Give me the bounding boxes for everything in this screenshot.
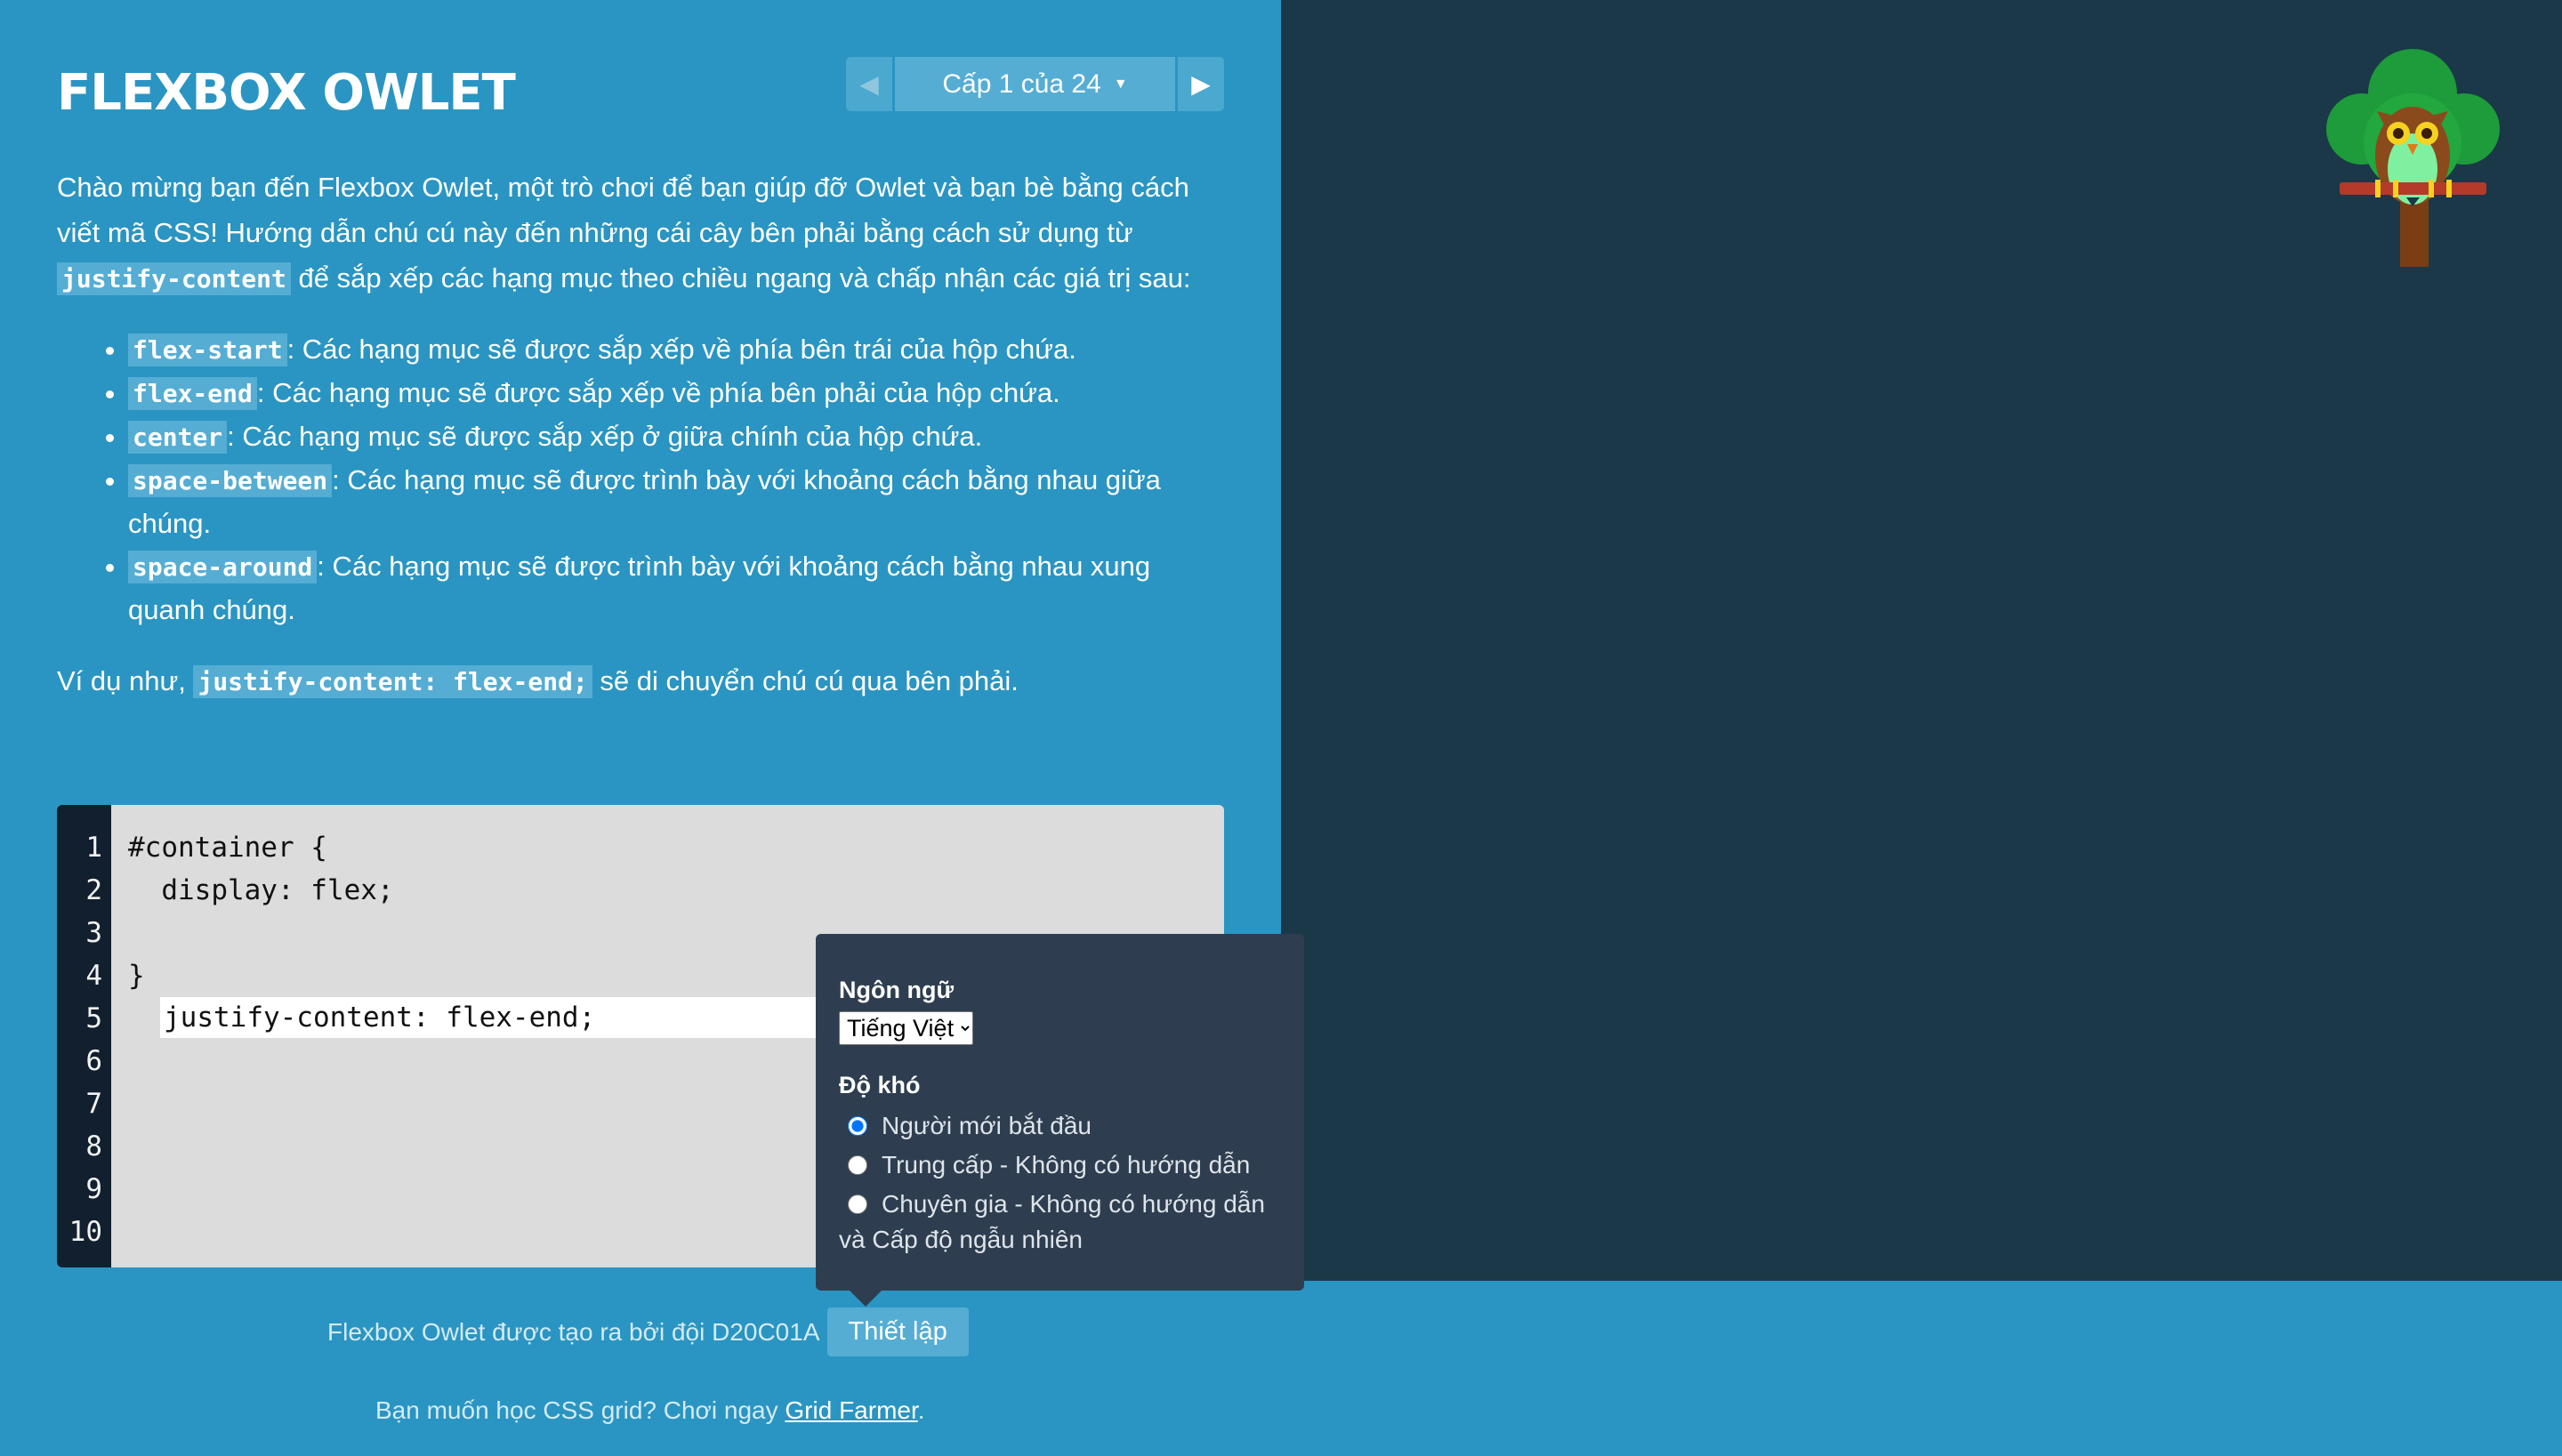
difficulty-label: Chuyên gia - Không có hướng dẫn bbox=[882, 1190, 1265, 1218]
difficulty-option-beginner[interactable]: Người mới bắt đầu bbox=[839, 1106, 1281, 1146]
list-item: flex-start: Các hạng mục sẽ được sắp xếp… bbox=[128, 328, 1228, 372]
property-code: justify-content bbox=[57, 262, 291, 295]
promo-suffix: . bbox=[917, 1396, 925, 1424]
credits: Flexbox Owlet được tạo ra bởi đội D20C01… bbox=[327, 1307, 969, 1356]
list-item: space-around: Các hạng mục sẽ được trình… bbox=[128, 545, 1228, 631]
line-number: 1 bbox=[85, 832, 102, 864]
language-select[interactable]: Tiếng Việt bbox=[839, 1011, 973, 1045]
list-item: center: Các hạng mục sẽ được sắp xếp ở g… bbox=[128, 415, 1228, 459]
line-number: 9 bbox=[85, 1173, 102, 1205]
list-item: space-between: Các hạng mục sẽ được trìn… bbox=[128, 459, 1228, 545]
list-item: flex-end: Các hạng mục sẽ được sắp xếp v… bbox=[128, 372, 1228, 415]
difficulty-suffix: và Cấp độ ngẫu nhiên bbox=[839, 1226, 1083, 1253]
value-code: space-between bbox=[128, 464, 333, 497]
credits-text: Flexbox Owlet được tạo ra bởi đội D20C01… bbox=[327, 1317, 820, 1346]
owl-on-tree-icon bbox=[2326, 49, 2500, 267]
intro-paragraph: Chào mừng bạn đến Flexbox Owlet, một trò… bbox=[57, 165, 1228, 302]
example-paragraph: Ví dụ như, justify-content: flex-end; sẽ… bbox=[57, 658, 1228, 704]
values-list: flex-start: Các hạng mục sẽ được sắp xếp… bbox=[128, 328, 1228, 631]
difficulty-heading: Độ khó bbox=[839, 1072, 921, 1098]
promo-text: Bạn muốn học CSS grid? Chơi ngay bbox=[375, 1396, 778, 1424]
value-code: flex-start bbox=[128, 334, 287, 366]
game-title: FLEXBOX OWLET bbox=[57, 64, 516, 122]
code-line: display: flex; bbox=[128, 874, 394, 906]
value-code: flex-end bbox=[128, 377, 257, 410]
triangle-right-icon: ▶ bbox=[1191, 70, 1211, 98]
line-number: 3 bbox=[85, 917, 102, 949]
example-prefix: Ví dụ như, bbox=[57, 665, 186, 696]
value-code: center bbox=[128, 421, 228, 454]
grid-farmer-link[interactable]: Grid Farmer bbox=[785, 1396, 917, 1424]
line-number: 6 bbox=[85, 1045, 102, 1077]
level-navigation: ◀ Cấp 1 của 24 ▼ ▶ bbox=[846, 57, 1224, 111]
example-code: justify-content: flex-end; bbox=[193, 665, 592, 698]
line-numbers: 1 2 3 4 5 6 7 8 9 10 bbox=[57, 805, 111, 1267]
code-line: #container { bbox=[128, 832, 327, 864]
difficulty-radio-expert[interactable] bbox=[848, 1195, 867, 1214]
difficulty-radio-intermediate[interactable] bbox=[848, 1155, 867, 1175]
popover-arrow bbox=[848, 1289, 883, 1307]
caret-down-icon: ▼ bbox=[1113, 76, 1128, 92]
difficulty-label: Người mới bắt đầu bbox=[882, 1112, 1092, 1139]
difficulty-option-intermediate[interactable]: Trung cấp - Không có hướng dẫn bbox=[839, 1146, 1281, 1185]
instructions: Chào mừng bạn đến Flexbox Owlet, một trò… bbox=[57, 165, 1228, 731]
difficulty-label: Trung cấp - Không có hướng dẫn bbox=[882, 1151, 1251, 1178]
value-desc: : Các hạng mục sẽ được sắp xếp về phía b… bbox=[286, 334, 1076, 365]
triangle-left-icon: ◀ bbox=[859, 70, 879, 98]
settings-button[interactable]: Thiết lập bbox=[826, 1307, 969, 1356]
value-desc: : Các hạng mục sẽ được sắp xếp ở giữa ch… bbox=[227, 421, 983, 452]
intro-tail-text: để sắp xếp các hạng mục theo chiều ngang… bbox=[298, 262, 1191, 294]
value-desc: : Các hạng mục sẽ được sắp xếp về phía b… bbox=[256, 377, 1060, 408]
next-level-button[interactable]: ▶ bbox=[1178, 57, 1224, 111]
line-number: 4 bbox=[85, 960, 102, 992]
level-label: Cấp 1 của 24 bbox=[942, 68, 1101, 99]
line-number: 8 bbox=[85, 1130, 102, 1162]
grid-farmer-promo: Bạn muốn học CSS grid? Chơi ngay Grid Fa… bbox=[375, 1396, 925, 1425]
example-suffix: sẽ di chuyển chú cú qua bên phải. bbox=[600, 665, 1019, 696]
intro-text: Chào mừng bạn đến Flexbox Owlet, một trò… bbox=[57, 172, 1189, 248]
line-number: 7 bbox=[85, 1088, 102, 1120]
difficulty-radio-beginner[interactable] bbox=[848, 1116, 867, 1136]
line-number: 2 bbox=[85, 874, 102, 906]
previous-level-button[interactable]: ◀ bbox=[846, 57, 892, 111]
line-number: 5 bbox=[85, 1002, 102, 1034]
language-heading: Ngôn ngữ bbox=[839, 977, 955, 1003]
level-dropdown[interactable]: Cấp 1 của 24 ▼ bbox=[895, 57, 1175, 111]
difficulty-option-expert[interactable]: Chuyên gia - Không có hướng dẫn bbox=[839, 1185, 1281, 1224]
settings-popover: Ngôn ngữ Tiếng Việt Độ khó Người mới bắt… bbox=[816, 934, 1304, 1307]
value-code: space-around bbox=[128, 551, 318, 583]
line-number: 10 bbox=[68, 1216, 102, 1248]
